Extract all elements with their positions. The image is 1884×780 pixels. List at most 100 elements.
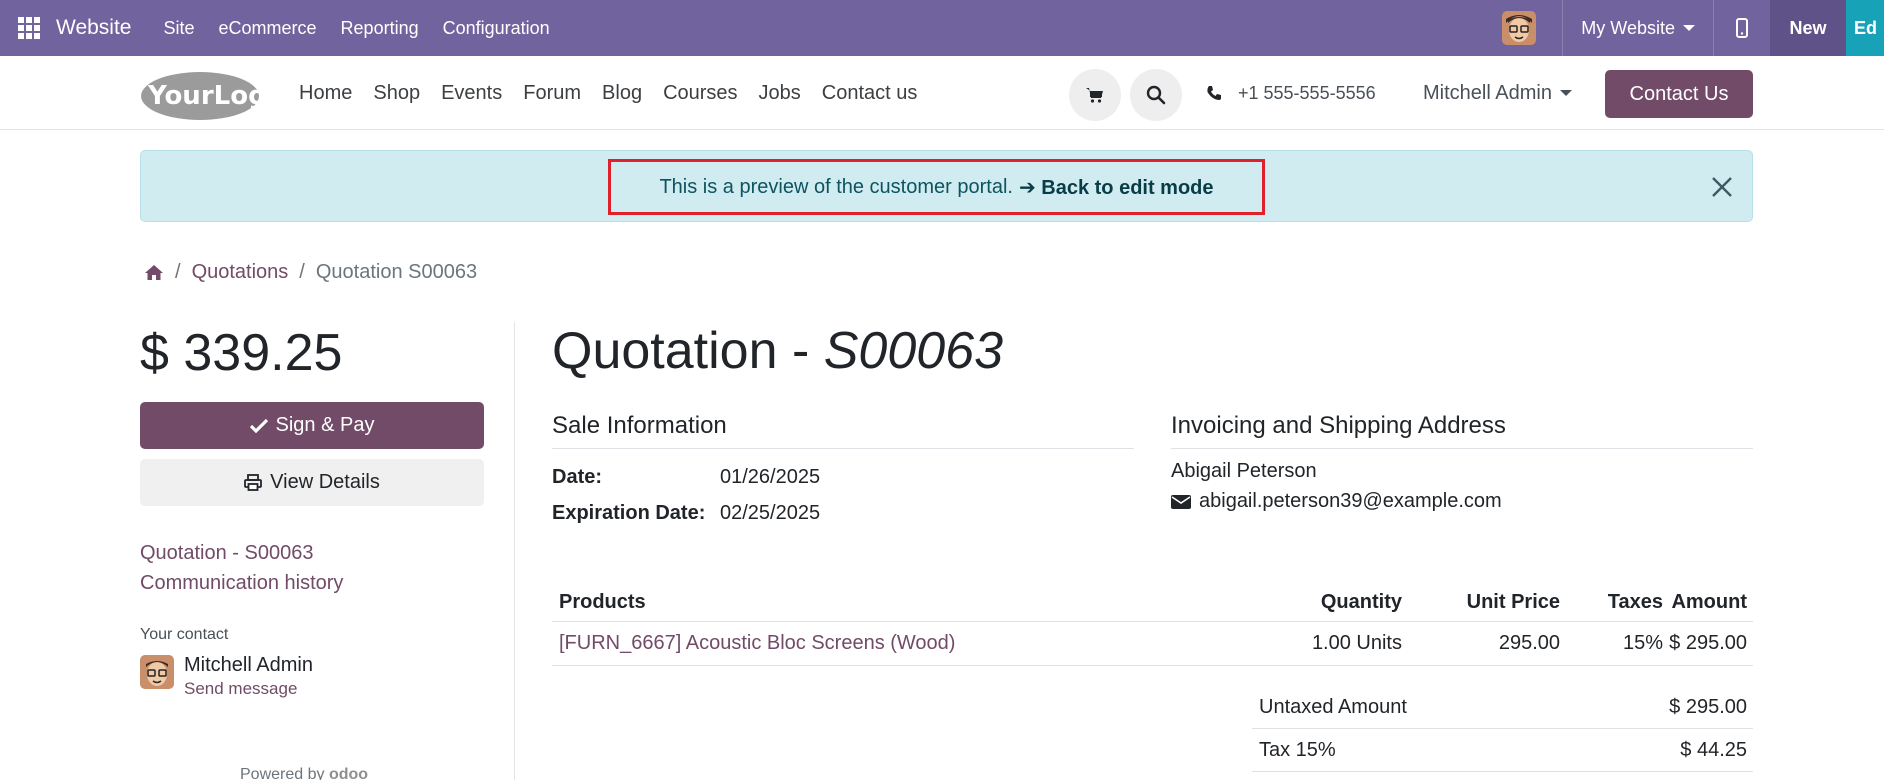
untaxed-value: $ 295.00 (1669, 695, 1747, 718)
envelope-icon (1171, 494, 1191, 509)
tax-label: Tax 15% (1259, 738, 1336, 761)
total-amount: $ 339.25 (140, 324, 343, 382)
admin-avatar[interactable] (1502, 11, 1537, 45)
admin-brand[interactable]: Website (56, 16, 131, 40)
send-message-link[interactable]: Send message (184, 678, 313, 700)
sale-information-heading: Sale Information (552, 412, 1134, 449)
contact-us-button[interactable]: Contact Us (1605, 70, 1753, 118)
preview-alert: This is a preview of the customer portal… (140, 150, 1753, 222)
date-value: 01/26/2025 (720, 466, 821, 488)
logo-text: YourLogo (147, 81, 260, 111)
nav-contact-us[interactable]: Contact us (822, 82, 918, 105)
website-selector[interactable]: My Website (1563, 0, 1713, 56)
expiration-row: Expiration Date: 02/25/2025 (552, 502, 820, 525)
sign-pay-button[interactable]: Sign & Pay (140, 402, 484, 449)
header-quantity: Quantity (1320, 591, 1402, 613)
customer-email: abigail.peterson39@example.com (1171, 490, 1502, 513)
phone-text: +1 555-555-5556 (1238, 82, 1376, 103)
nav-forum[interactable]: Forum (523, 82, 581, 105)
table-row: [FURN_6667] Acoustic Bloc Screens (Wood)… (552, 622, 1753, 666)
view-details-label: View Details (270, 471, 380, 493)
order-lines-table: Products Quantity Unit Price Taxes Amoun… (552, 584, 1753, 666)
preview-message: This is a preview of the customer portal… (608, 159, 1265, 215)
sidebar-links: Quotation - S00063 Communication history (140, 538, 484, 598)
new-button[interactable]: New (1770, 0, 1846, 56)
preview-text: This is a preview of the customer portal… (659, 175, 1013, 198)
contact-card: Mitchell Admin Send message (140, 652, 484, 700)
website-header: YourLogo Home Shop Events Forum Blog Cou… (0, 56, 1884, 130)
phone-number[interactable]: +1 555-555-5556 (1206, 56, 1376, 130)
customer-email-text: abigail.peterson39@example.com (1199, 490, 1502, 512)
tax-value: $ 44.25 (1680, 738, 1747, 761)
totals-table: Untaxed Amount $ 295.00 Tax 15% $ 44.25 (1252, 686, 1753, 772)
cart-button[interactable] (1069, 69, 1121, 121)
user-name: Mitchell Admin (1423, 81, 1552, 104)
main-nav: Home Shop Events Forum Blog Courses Jobs… (299, 56, 938, 130)
powered-by-label: Powered by (240, 766, 325, 780)
admin-menu-site[interactable]: Site (163, 18, 194, 39)
nav-blog[interactable]: Blog (602, 82, 642, 105)
cell-unit-price: 295.00 (1498, 632, 1560, 654)
home-icon[interactable] (144, 264, 164, 281)
mobile-preview-icon[interactable] (1714, 0, 1770, 56)
printer-icon (244, 474, 263, 491)
search-icon (1146, 85, 1166, 105)
user-menu[interactable]: Mitchell Admin (1423, 56, 1572, 130)
header-taxes: Taxes (1607, 591, 1663, 613)
powered-by: Powered by odoo (240, 766, 368, 780)
breadcrumb-current: Quotation S00063 (315, 260, 478, 283)
caret-down-icon (1559, 90, 1572, 96)
title-reference: S00063 (823, 322, 1004, 380)
untaxed-label: Untaxed Amount (1259, 695, 1407, 718)
your-contact-label: Your contact (140, 626, 229, 643)
sidebar-link-communication[interactable]: Communication history (140, 568, 484, 598)
customer-name: Abigail Peterson (1171, 460, 1317, 482)
page-title: Quotation - S00063 (552, 318, 1003, 384)
sign-pay-label: Sign & Pay (275, 414, 375, 436)
product-link[interactable]: [FURN_6667] Acoustic Bloc Screens (Wood) (552, 632, 1242, 655)
nav-shop[interactable]: Shop (373, 82, 420, 105)
header-unit-price: Unit Price (1466, 591, 1560, 613)
cell-quantity: 1.00 Units (1311, 632, 1402, 654)
website-selector-label: My Website (1581, 17, 1675, 38)
close-icon[interactable] (1710, 175, 1734, 199)
table-header: Products Quantity Unit Price Taxes Amoun… (552, 584, 1753, 622)
odoo-logo[interactable]: odoo (329, 766, 368, 780)
cart-icon (1086, 88, 1103, 103)
phone-icon (1207, 86, 1221, 100)
untaxed-row: Untaxed Amount $ 295.00 (1252, 686, 1753, 729)
expiration-label: Expiration Date: (552, 502, 706, 524)
admin-menu-reporting[interactable]: Reporting (341, 18, 419, 39)
apps-grid-icon[interactable] (18, 17, 40, 39)
nav-jobs[interactable]: Jobs (759, 82, 801, 105)
expiration-value: 02/25/2025 (720, 502, 821, 524)
site-logo[interactable]: YourLogo (140, 70, 285, 122)
admin-bar-right: My Website New Ed (1502, 0, 1884, 56)
back-to-edit-link[interactable]: ➔ Back to edit mode (1019, 175, 1214, 200)
caret-down-icon (1683, 25, 1695, 31)
title-prefix: Quotation - (552, 322, 824, 380)
edit-button[interactable]: Ed (1846, 0, 1884, 56)
admin-bar: Website Site eCommerce Reporting Configu… (0, 0, 1884, 56)
vertical-divider (514, 322, 515, 780)
address-heading: Invoicing and Shipping Address (1171, 412, 1753, 449)
breadcrumb-quotations[interactable]: Quotations (192, 261, 289, 284)
nav-events[interactable]: Events (441, 82, 502, 105)
admin-menu-configuration[interactable]: Configuration (443, 18, 550, 39)
check-icon (249, 418, 268, 433)
tax-row: Tax 15% $ 44.25 (1252, 729, 1753, 772)
view-details-button[interactable]: View Details (140, 459, 484, 506)
date-label: Date: (552, 466, 603, 488)
nav-courses[interactable]: Courses (663, 82, 737, 105)
portal-sidebar: $ 339.25 Sign & Pay View Details Quotati… (140, 320, 484, 700)
contact-info: Mitchell Admin Send message (184, 652, 313, 700)
admin-menu-ecommerce[interactable]: eCommerce (219, 18, 317, 39)
sidebar-link-quotation[interactable]: Quotation - S00063 (140, 538, 484, 568)
header-products: Products (559, 591, 646, 613)
breadcrumb-separator: / (299, 260, 305, 283)
nav-home[interactable]: Home (299, 82, 352, 105)
cell-taxes: 15% (1622, 632, 1663, 654)
date-row: Date: 01/26/2025 (552, 466, 820, 489)
search-button[interactable] (1130, 69, 1182, 121)
breadcrumb-separator: / (175, 260, 181, 283)
